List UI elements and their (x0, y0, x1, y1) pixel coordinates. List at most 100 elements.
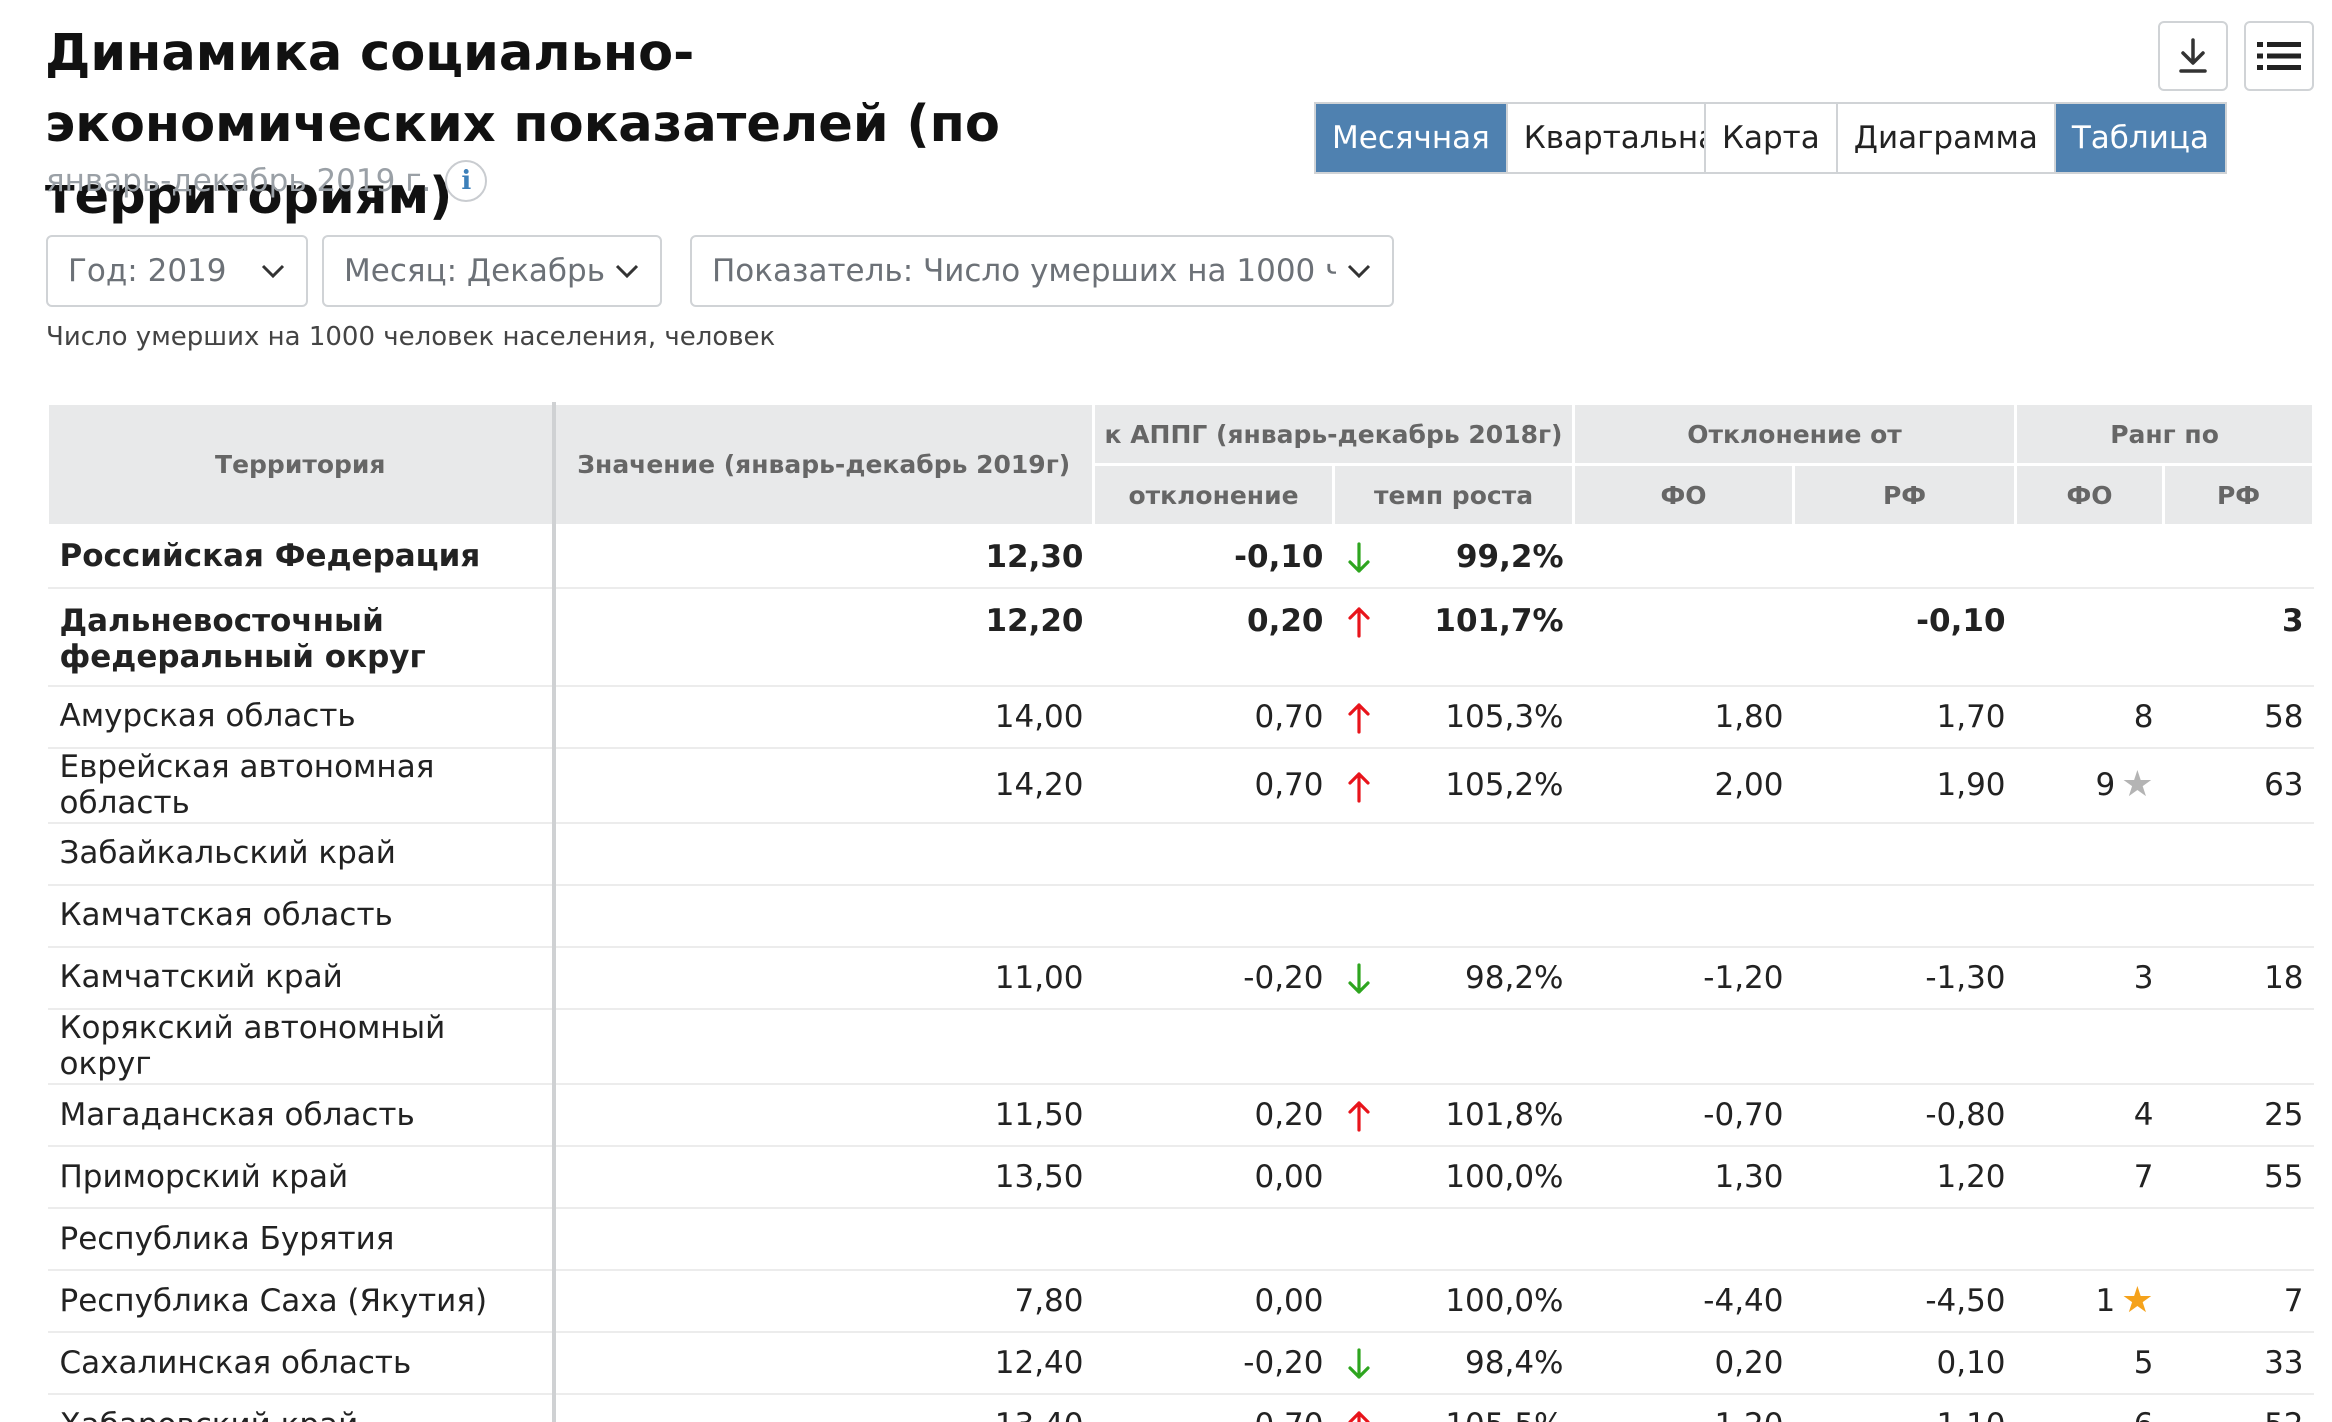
menu-button[interactable] (2244, 21, 2314, 91)
column-header-deviation-fo[interactable]: ФО (1572, 463, 1796, 527)
deviation-rf-cell (1793, 1008, 2016, 1085)
deviation-fo-cell: 2,00 (1573, 747, 1794, 824)
table-row[interactable]: Амурская область 14,00 0,70 105,3% 1,80 1,70 8… (47, 685, 2314, 749)
rank-fo-value: 5 (2133, 1344, 2154, 1381)
table-row[interactable]: Забайкальский край (47, 822, 2314, 886)
column-header-growth-rate[interactable]: темп роста (1331, 463, 1576, 527)
deviation-rf-cell: 1,10 (1793, 1393, 2016, 1422)
column-header-appg-deviation[interactable]: отклонение (1092, 463, 1335, 527)
rank-rf-cell (2163, 525, 2314, 589)
territory-name: Корякский автономный округ (47, 1008, 556, 1085)
rank-rf-cell: 33 (2163, 1331, 2314, 1395)
rank-fo-value: 1 (2095, 1282, 2116, 1319)
trend-up-icon (1333, 1083, 1384, 1147)
column-header-value[interactable]: Значение (январь-декабрь 2019г) (552, 402, 1095, 527)
rank-rf-cell: 3 (2163, 587, 2314, 687)
download-button[interactable] (2158, 21, 2228, 91)
period-caption: январь-декабрь 2019 г. i (46, 160, 488, 202)
territory-name: Российская Федерация (47, 525, 556, 589)
territory-name: Камчатский край (47, 946, 556, 1010)
rank-rf-cell (2163, 884, 2314, 948)
table-row[interactable]: Магаданская область 11,50 0,20 101,8% -0,70-… (47, 1083, 2314, 1147)
value-cell (553, 1008, 1094, 1085)
rank-fo-value: 6 (2134, 1407, 2154, 1422)
value-cell: 11,50 (553, 1083, 1094, 1147)
indicator-select[interactable]: Показатель: Число умерших на 1000 челове… (690, 235, 1394, 307)
view-toggle-button-1[interactable]: Диаграмма (1838, 104, 2056, 172)
rank-fo-cell (2015, 587, 2164, 687)
table-row[interactable]: Корякский автономный округ (47, 1008, 2314, 1085)
growth-rate-cell: 105,3% (1383, 685, 1574, 749)
territory-name: Дальневосточный федеральный округ (47, 587, 556, 687)
table-row[interactable]: Республика Саха (Якутия) 7,80 0,00 100,0% -4… (47, 1269, 2314, 1333)
appg-deviation-cell (1093, 1207, 1334, 1271)
period-toggle-button-0[interactable]: Месячная (1316, 104, 1508, 172)
deviation-rf-cell: -0,80 (1793, 1083, 2016, 1147)
table-row[interactable]: Сахалинская область 12,40 -0,20 98,4% 0,20 0,… (47, 1331, 2314, 1395)
trend-up-icon (1333, 747, 1384, 824)
rank-rf-cell: 63 (2163, 747, 2314, 824)
appg-deviation-cell: 0,20 (1093, 587, 1334, 687)
rank-rf-cell: 55 (2163, 1145, 2314, 1209)
view-toggle-button-0[interactable]: Карта (1706, 104, 1838, 172)
table-row[interactable]: Республика Бурятия (47, 1207, 2314, 1271)
trend-up-icon (1333, 685, 1384, 749)
trend-cell (1333, 1145, 1384, 1209)
deviation-fo-cell (1573, 1207, 1794, 1271)
period-label: январь-декабрь 2019 г. (46, 163, 432, 199)
list-menu-icon (2257, 42, 2301, 70)
data-table: Территория Значение (январь-декабрь 2019… (46, 402, 2316, 1422)
rank-fo-cell: 5 (2015, 1331, 2164, 1395)
info-icon[interactable]: i (445, 160, 488, 202)
table-row[interactable]: Приморский край 13,50 0,00 100,0% 1,30 1,20 7 5… (47, 1145, 2314, 1209)
rank-fo-cell (2015, 525, 2164, 589)
rank-fo-value: 8 (2133, 698, 2154, 735)
column-header-territory[interactable]: Территория (46, 402, 556, 527)
rank-fo-cell: 8 (2015, 685, 2164, 749)
deviation-rf-cell: 1,20 (1793, 1145, 2016, 1209)
territory-name: Забайкальский край (47, 822, 556, 886)
rank-fo-cell: 7 (2015, 1145, 2164, 1209)
table-row[interactable]: Российская Федерация 12,30 -0,10 99,2% (47, 525, 2314, 589)
table-row[interactable]: Еврейская автономная область 14,20 0,70 105… (47, 747, 2314, 824)
year-select[interactable]: Год: 2019 (46, 235, 308, 307)
deviation-rf-cell: -4,50 (1793, 1269, 2016, 1333)
rank-rf-cell: 18 (2163, 946, 2314, 1010)
rank-fo-cell: 4 (2015, 1083, 2164, 1147)
deviation-rf-cell: 1,90 (1793, 747, 2016, 824)
column-header-rank-fo[interactable]: ФО (2014, 463, 2166, 527)
month-select-value: Месяц: Декабрь (344, 253, 604, 289)
value-cell: 7,80 (553, 1269, 1094, 1333)
rank-fo-cell: 3 (2015, 946, 2164, 1010)
deviation-fo-cell (1573, 884, 1794, 948)
value-cell (553, 884, 1094, 948)
deviation-rf-cell: 1,70 (1793, 685, 2016, 749)
deviation-rf-cell: -1,30 (1793, 946, 2016, 1010)
chevron-down-icon (615, 264, 639, 279)
view-toggle: Карта Диаграмма Таблица (1704, 102, 2227, 174)
deviation-fo-cell (1573, 822, 1794, 886)
table-row[interactable]: Дальневосточный федеральный округ 12,20 0,… (47, 587, 2314, 687)
table-row[interactable]: Камчатская область (47, 884, 2314, 948)
trend-down-icon (1333, 946, 1384, 1010)
month-select[interactable]: Месяц: Декабрь (322, 235, 662, 307)
rank-fo-cell: 6 (2015, 1393, 2164, 1422)
column-header-rank-rf[interactable]: РФ (2162, 463, 2316, 527)
rank-rf-cell (2163, 822, 2314, 886)
trend-cell (1333, 884, 1384, 948)
rank-fo-cell: 9 ★ (2015, 747, 2164, 824)
value-cell: 12,30 (553, 525, 1094, 589)
deviation-fo-cell: -0,70 (1573, 1083, 1794, 1147)
deviation-rf-cell (1793, 1207, 2016, 1271)
value-cell (553, 1207, 1094, 1271)
value-cell: 14,00 (553, 685, 1094, 749)
table-row[interactable]: Хабаровский край13,400,70 105,5%1,201,10 6… (47, 1393, 2314, 1422)
value-cell: 13,50 (553, 1145, 1094, 1209)
column-header-deviation-rf[interactable]: РФ (1792, 463, 2018, 527)
value-cell (553, 822, 1094, 886)
rank-rf-cell (2163, 1207, 2314, 1271)
table-row[interactable]: Камчатский край 11,00 -0,20 98,2% -1,20 -1,30… (47, 946, 2314, 1010)
rank-fo-cell (2015, 822, 2164, 886)
view-toggle-button-2[interactable]: Таблица (2055, 104, 2225, 172)
rank-fo-value: 4 (2133, 1096, 2154, 1133)
